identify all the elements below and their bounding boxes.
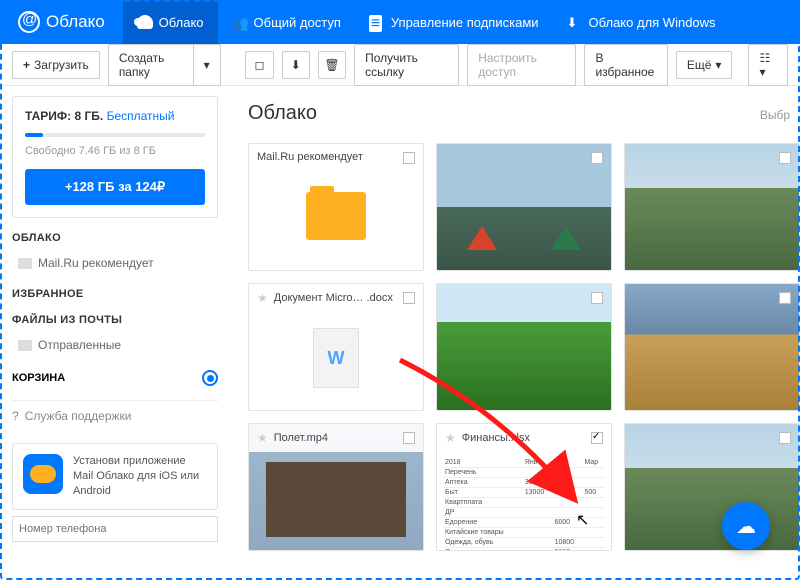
folder-icon xyxy=(18,258,32,269)
file-card-photo[interactable] xyxy=(624,143,800,271)
stack-icon xyxy=(369,15,385,29)
spreadsheet-preview: 2018ЯнвФевМар Перечень Аптека3500 Быт130… xyxy=(437,452,611,551)
tariff-box: ТАРИФ: 8 ГБ. Бесплатный Свободно 7.46 ГБ… xyxy=(12,96,218,218)
logo[interactable]: Облако xyxy=(0,11,123,33)
newfolder-group: Создать папку ▾ xyxy=(108,44,221,86)
tab-shared[interactable]: Общий доступ xyxy=(218,0,355,44)
checkbox[interactable] xyxy=(403,432,415,444)
tariff-header: ТАРИФ: 8 ГБ. Бесплатный xyxy=(25,109,205,123)
tab-subscriptions[interactable]: Управление подписками xyxy=(355,0,553,44)
free-space: Свободно 7.46 ГБ из 8 ГБ xyxy=(25,145,205,157)
checkbox[interactable] xyxy=(403,292,415,304)
checkbox[interactable] xyxy=(779,152,791,164)
tab-label: Облако xyxy=(159,15,204,30)
sidebar-item-sent[interactable]: Отправленные xyxy=(12,334,218,356)
checkbox[interactable] xyxy=(403,152,415,164)
tab-label: Облако для Windows xyxy=(589,15,716,30)
download-button[interactable]: ⬇ xyxy=(282,51,310,79)
help-icon: ? xyxy=(12,409,19,423)
breadcrumb: Облако Выбр xyxy=(248,102,790,125)
file-name: Mail.Ru рекомендует xyxy=(257,151,363,163)
star-icon[interactable]: ★ xyxy=(257,431,268,445)
file-card-photo[interactable] xyxy=(624,423,800,551)
phone-input[interactable] xyxy=(12,516,218,542)
item-label: Mail.Ru рекомендует xyxy=(38,256,154,270)
section-favorites: ИЗБРАННОЕ xyxy=(12,288,218,300)
nav-tabs: Облако Общий доступ Управление подпискам… xyxy=(123,0,730,44)
tab-cloud[interactable]: Облако xyxy=(123,0,218,44)
file-card-photo[interactable] xyxy=(624,283,800,411)
newfolder-dropdown[interactable]: ▾ xyxy=(194,44,221,86)
btn-label: Ещё xyxy=(687,58,712,72)
folder-icon xyxy=(306,192,366,240)
checkbox[interactable] xyxy=(591,152,603,164)
page-title: Облако xyxy=(248,102,317,125)
file-card-docx[interactable]: ★ Документ Micro… .docx W xyxy=(248,283,424,411)
file-card-recommend[interactable]: Mail.Ru рекомендует xyxy=(248,143,424,271)
radio-icon xyxy=(202,370,218,386)
main-area: ТАРИФ: 8 ГБ. Бесплатный Свободно 7.46 ГБ… xyxy=(0,86,800,580)
file-name: Финансы.xlsx xyxy=(462,432,530,444)
file-card-photo[interactable] xyxy=(436,143,612,271)
promo-text: Установи приложение Mail Облако для iOS … xyxy=(73,454,207,499)
cloud-icon xyxy=(137,15,153,29)
tariff-label: ТАРИФ: 8 ГБ. xyxy=(25,109,103,123)
brand-text: Облако xyxy=(46,12,105,32)
star-icon[interactable]: ★ xyxy=(445,431,456,445)
star-icon[interactable]: ★ xyxy=(257,291,268,305)
tariff-plan-link[interactable]: Бесплатный xyxy=(107,109,175,123)
access-button[interactable]: Настроить доступ xyxy=(467,44,576,86)
trash-label: КОРЗИНА xyxy=(12,372,65,384)
view-mode-button[interactable]: ☷ ▾ xyxy=(748,44,788,86)
download-icon xyxy=(567,15,583,29)
more-button[interactable]: Ещё ▾ xyxy=(676,51,733,79)
file-name: Документ Micro… .docx xyxy=(274,292,393,304)
select-hint: Выбр xyxy=(760,108,790,122)
storage-progress xyxy=(25,133,205,137)
toolbar: +Загрузить Создать папку ▾ ◻ ⬇ 🗑 Получит… xyxy=(0,44,800,86)
file-card-photo[interactable] xyxy=(436,283,612,411)
sidebar: ТАРИФ: 8 ГБ. Бесплатный Свободно 7.46 ГБ… xyxy=(0,86,230,580)
btn-label: Загрузить xyxy=(34,58,89,72)
file-name: Полет.mp4 xyxy=(274,432,328,444)
checkbox[interactable] xyxy=(591,432,603,444)
file-card-xlsx[interactable]: ★ Финансы.xlsx 2018ЯнвФевМар Перечень Апт… xyxy=(436,423,612,551)
section-cloud: ОБЛАКО xyxy=(12,232,218,244)
support-link[interactable]: ? Служба поддержки xyxy=(12,400,218,431)
delete-button[interactable]: 🗑 xyxy=(318,51,346,79)
app-icon xyxy=(23,454,63,494)
file-grid: Mail.Ru рекомендует ★ Документ Micro… .do… xyxy=(248,143,790,551)
app-promo: Установи приложение Mail Облако для iOS … xyxy=(12,443,218,510)
newfolder-button[interactable]: Создать папку xyxy=(108,44,194,86)
top-nav: Облако Облако Общий доступ Управление по… xyxy=(0,0,800,44)
upload-fab[interactable]: ☁ xyxy=(722,502,770,550)
at-icon xyxy=(18,11,40,33)
checkbox[interactable] xyxy=(779,292,791,304)
tab-label: Общий доступ xyxy=(254,15,341,30)
sidebar-item-recommend[interactable]: Mail.Ru рекомендует xyxy=(12,252,218,274)
folder-icon xyxy=(18,340,32,351)
doc-icon: W xyxy=(313,328,359,388)
tab-label: Управление подписками xyxy=(391,15,539,30)
select-all-button[interactable]: ◻ xyxy=(245,51,273,79)
section-mailfiles: ФАЙЛЫ ИЗ ПОЧТЫ xyxy=(12,314,218,326)
content-area: Облако Выбр Mail.Ru рекомендует ★ Докумен… xyxy=(230,86,800,580)
favorite-button[interactable]: В избранное xyxy=(584,44,667,86)
support-label: Служба поддержки xyxy=(25,409,132,423)
checkbox[interactable] xyxy=(591,292,603,304)
getlink-button[interactable]: Получить ссылку xyxy=(354,44,459,86)
file-card-mp4[interactable]: ★ Полет.mp4 xyxy=(248,423,424,551)
item-label: Отправленные xyxy=(38,338,121,352)
cloud-upload-icon: ☁ xyxy=(736,514,756,539)
upgrade-button[interactable]: +128 ГБ за 124₽ xyxy=(25,169,205,205)
tab-windows[interactable]: Облако для Windows xyxy=(553,0,730,44)
section-trash[interactable]: КОРЗИНА xyxy=(12,370,218,386)
checkbox[interactable] xyxy=(779,432,791,444)
upload-button[interactable]: +Загрузить xyxy=(12,51,100,79)
people-icon xyxy=(232,15,248,29)
